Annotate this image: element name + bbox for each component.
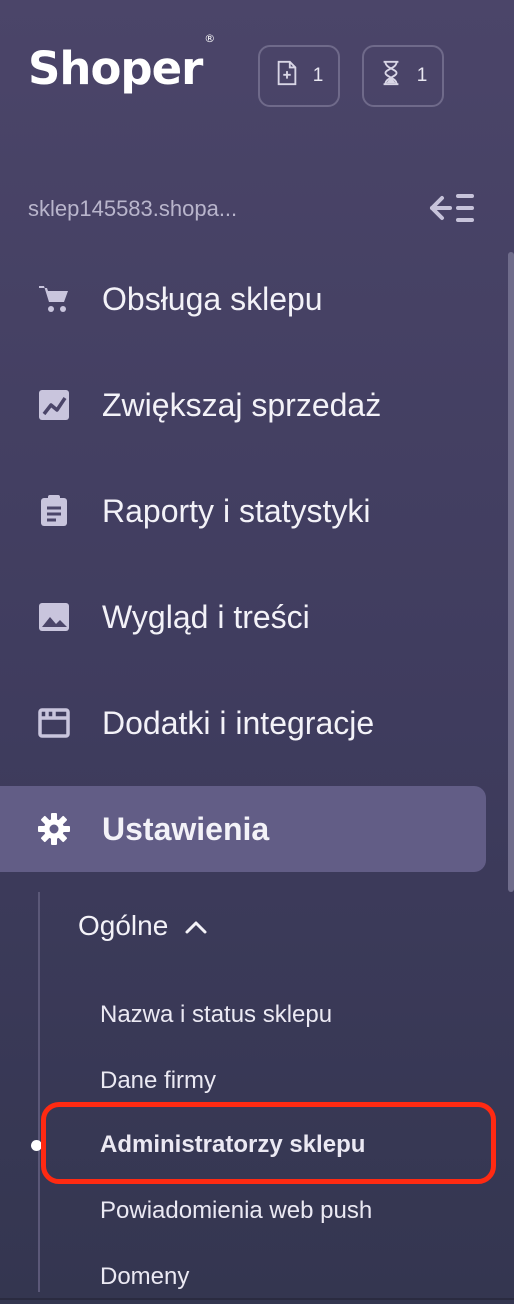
pending-tasks-count: 1 bbox=[416, 65, 428, 86]
submenu-item-nazwa-i-status[interactable]: Nazwa i status sklepu bbox=[100, 1001, 332, 1029]
submenu-item-domeny[interactable]: Domeny bbox=[100, 1263, 189, 1291]
registered-mark: ® bbox=[204, 32, 215, 45]
nav-item-ustawienia[interactable]: Ustawienia bbox=[0, 786, 486, 872]
nav-item-label: Dodatki i integracje bbox=[102, 704, 375, 741]
shoper-logo[interactable]: Shoper® bbox=[28, 33, 215, 91]
submenu-tree-line bbox=[38, 892, 40, 1292]
highlight-box bbox=[41, 1102, 496, 1184]
image-icon bbox=[36, 599, 72, 635]
nav-item-label: Zwiększaj sprzedaż bbox=[102, 386, 382, 423]
nav-item-zwiekszaj-sprzedaz[interactable]: Zwiększaj sprzedaż bbox=[0, 362, 486, 448]
nav-item-obsluga-sklepu[interactable]: Obsługa sklepu bbox=[0, 256, 486, 342]
nav-item-label: Obsługa sklepu bbox=[102, 280, 323, 317]
submenu-item-dane-firmy[interactable]: Dane firmy bbox=[100, 1067, 216, 1095]
nav-item-dodatki-i-integracje[interactable]: Dodatki i integracje bbox=[0, 680, 486, 766]
new-orders-badge[interactable]: 1 bbox=[258, 45, 340, 107]
chevron-up-icon bbox=[184, 910, 208, 942]
new-document-icon bbox=[275, 60, 299, 92]
browser-window-icon bbox=[36, 705, 72, 741]
nav-item-wyglad-i-tresci[interactable]: Wygląd i treści bbox=[0, 574, 486, 660]
store-url[interactable]: sklep145583.shopa... bbox=[28, 196, 237, 222]
sidebar-bottom-divider bbox=[0, 1298, 514, 1300]
new-orders-count: 1 bbox=[312, 65, 324, 86]
gear-icon bbox=[36, 811, 72, 847]
group-label: Ogólne bbox=[78, 910, 169, 941]
submenu-item-powiadomienia-web-push[interactable]: Powiadomienia web push bbox=[100, 1197, 372, 1225]
pending-tasks-badge[interactable]: 1 bbox=[362, 45, 444, 107]
nav-item-label: Raporty i statystyki bbox=[102, 492, 371, 529]
brand-name: Shoper bbox=[28, 42, 203, 95]
nav-item-label: Wygląd i treści bbox=[102, 598, 310, 635]
collapse-menu-icon[interactable] bbox=[428, 190, 476, 226]
nav-item-raporty-i-statystyki[interactable]: Raporty i statystyki bbox=[0, 468, 486, 554]
sidebar-scrollbar[interactable] bbox=[508, 252, 514, 892]
trend-chart-icon bbox=[36, 387, 72, 423]
cart-icon bbox=[36, 281, 72, 317]
clipboard-icon bbox=[36, 493, 72, 529]
nav-item-label: Ustawienia bbox=[102, 810, 270, 847]
settings-group-ogolne[interactable]: Ogólne bbox=[78, 910, 208, 942]
hourglass-icon bbox=[379, 60, 403, 92]
